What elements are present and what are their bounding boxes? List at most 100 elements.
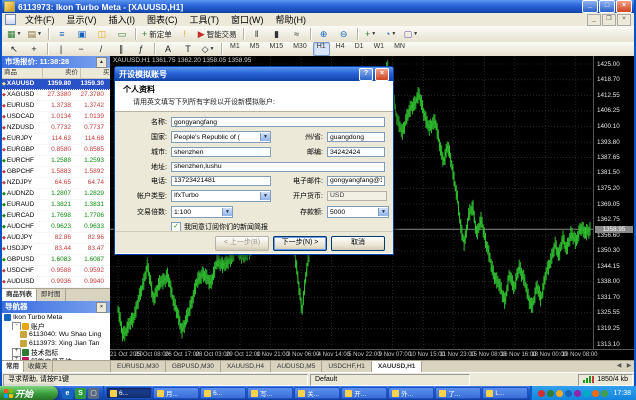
market-watch-icon[interactable]: ≡ [53, 27, 71, 42]
new-order-icon[interactable]: +新定单 [140, 27, 174, 42]
chevron-down-icon[interactable]: ▼ [413, 31, 418, 37]
periods-icon[interactable]: ◔▼ [382, 27, 400, 42]
chart-minimize-icon[interactable]: _ [587, 14, 601, 26]
country-select[interactable]: People's Republic of ( ▼ [171, 131, 271, 143]
chevron-down-icon[interactable]: ▼ [260, 192, 270, 200]
new-chart-icon[interactable]: ▦▼ [5, 27, 23, 42]
chevron-down-icon[interactable]: ▼ [17, 31, 22, 37]
menu-file[interactable]: 文件(F) [19, 15, 61, 25]
address-field[interactable] [171, 162, 385, 172]
cancel-button[interactable]: 取消 [331, 236, 385, 251]
quick-launch-show-desktop-icon[interactable]: ▢ [88, 388, 99, 399]
dialog-close-icon[interactable]: × [375, 68, 389, 81]
status-profile[interactable]: Default [310, 374, 470, 386]
chart-close-icon[interactable]: × [617, 14, 631, 26]
chevron-down-icon[interactable]: ▼ [222, 208, 232, 216]
menu-help[interactable]: 帮助(H) [270, 15, 313, 25]
email-field[interactable] [327, 176, 385, 186]
market-watch-row-AUDCHF[interactable]: ◆AUDCHF0.96230.9633 [2, 222, 110, 233]
start-button[interactable]: 开始 [0, 386, 58, 400]
market-watch-row-EURCHF[interactable]: ◆EURCHF1.25881.2593 [2, 156, 110, 167]
market-watch-row-XAUUSD[interactable]: ◆XAUUSD1359.801359.30 [2, 79, 110, 90]
market-watch-scroll-up-icon[interactable]: ▲ [96, 57, 107, 68]
task-button-0[interactable]: 6... [106, 387, 152, 399]
task-button-6[interactable]: 外... [388, 387, 434, 399]
crosshair-icon[interactable]: + [25, 42, 43, 57]
market-watch-row-XAGUSD[interactable]: ◆XAGUSD27.338027.3780 [2, 90, 110, 101]
tray-icon-6[interactable] [583, 390, 590, 397]
fibonacci-icon[interactable]: ƒ [132, 42, 150, 57]
tray-icon-5[interactable] [574, 390, 581, 397]
cursor-icon[interactable]: ↖ [5, 42, 23, 57]
timeframe-H1[interactable]: H1 [313, 42, 330, 56]
market-watch-row-AUDJPY[interactable]: ◆AUDJPY82.8682.96 [2, 233, 110, 244]
market-watch-row-EURCAD[interactable]: ◆EURCAD1.76981.7706 [2, 211, 110, 222]
quick-launch-browser-icon[interactable]: e [62, 388, 73, 399]
chart-restore-icon[interactable]: ❐ [602, 14, 616, 26]
collapse-icon[interactable]: - [12, 322, 21, 331]
zip-field[interactable] [327, 147, 385, 157]
tree-item-accounts-group[interactable]: -账户 [2, 322, 110, 331]
auto-trading-icon[interactable]: ▶智能交易 [196, 27, 239, 42]
chevron-down-icon[interactable]: ▼ [378, 208, 388, 216]
tray-icon-3[interactable] [556, 390, 563, 397]
market-watch-row-NZDUSD[interactable]: ◆NZDUSD0.77320.7737 [2, 123, 110, 134]
tray-icon-2[interactable] [547, 390, 554, 397]
zoom-in-icon[interactable]: ⊕ [315, 27, 333, 42]
timeframe-W1[interactable]: W1 [370, 42, 389, 56]
tab-symbols[interactable]: 商品列表 [2, 289, 37, 301]
tray-icon-1[interactable] [538, 390, 545, 397]
timeframe-D1[interactable]: D1 [351, 42, 368, 56]
quick-launch-messenger-icon[interactable]: S [75, 388, 86, 399]
timeframe-M15[interactable]: M15 [265, 42, 287, 56]
state-field[interactable] [327, 132, 385, 142]
timeframe-M5[interactable]: M5 [246, 42, 264, 56]
chevron-down-icon[interactable]: ▼ [37, 31, 42, 37]
market-watch-row-GBPCHF[interactable]: ◆GBPCHF1.58831.5892 [2, 167, 110, 178]
timeframe-MN[interactable]: MN [390, 42, 409, 56]
candlestick-mode-icon[interactable]: ▮ [268, 27, 286, 42]
chevron-down-icon[interactable]: ▼ [260, 133, 270, 141]
expand-icon[interactable]: + [12, 348, 21, 357]
maximize-icon[interactable]: □ [599, 0, 615, 13]
zoom-out-icon[interactable]: ⊖ [335, 27, 353, 42]
tree-item-account-6113040[interactable]: 6113040: Wu Shao Ling [2, 330, 110, 339]
dialog-help-icon[interactable]: ? [359, 68, 373, 81]
timeframe-H4[interactable]: H4 [332, 42, 349, 56]
menu-charts[interactable]: 图表(C) [141, 15, 184, 25]
vertical-line-icon[interactable]: | [52, 42, 70, 57]
market-watch-row-USDJPY[interactable]: ◆USDJPY83.4483.47 [2, 244, 110, 255]
chevron-down-icon[interactable]: ▼ [371, 31, 376, 37]
market-watch-row-EURGBP[interactable]: ◆EURGBP0.85800.8585 [2, 145, 110, 156]
tab-tick-chart[interactable]: 即时图 [37, 289, 66, 301]
city-field[interactable] [171, 147, 271, 157]
task-button-7[interactable]: 了... [435, 387, 481, 399]
navigator-close-icon[interactable]: × [96, 302, 107, 313]
templates-icon[interactable]: ▢▼ [402, 27, 420, 42]
bar-chart-mode-icon[interactable]: ‖ [248, 27, 266, 42]
market-watch-row-USDCHF[interactable]: ◆USDCHF0.95880.9592 [2, 266, 110, 277]
close-icon[interactable]: × [616, 0, 632, 13]
market-watch-row-EURUSD[interactable]: ◆EURUSD1.37381.3742 [2, 101, 110, 112]
price-axis[interactable]: 1425.001418.701412.551406.251400.101393.… [593, 56, 634, 350]
chevron-down-icon[interactable]: ▼ [391, 31, 396, 37]
arrows-tool-icon[interactable]: T [179, 42, 197, 57]
task-button-8[interactable]: L... [482, 387, 528, 399]
market-watch-row-EURAUD[interactable]: ◆EURAUD1.38211.3831 [2, 200, 110, 211]
market-watch-row-AUDUSD[interactable]: ◆AUDUSD0.99360.9940 [2, 277, 110, 288]
equidistant-channel-icon[interactable]: ∥ [112, 42, 130, 57]
data-window-icon[interactable]: ▣ [73, 27, 91, 42]
tree-item-account-6113973[interactable]: 6113973: Xing Jian Tan [2, 339, 110, 348]
market-watch-row-EURJPY[interactable]: ◆EURJPY114.63114.68 [2, 134, 110, 145]
task-button-4[interactable]: 关... [294, 387, 340, 399]
phone-field[interactable] [171, 176, 271, 186]
task-button-1[interactable]: 月... [153, 387, 199, 399]
tray-icon-4[interactable] [565, 390, 572, 397]
indicators-icon[interactable]: +▼ [362, 27, 380, 42]
market-watch-row-AUDNZD[interactable]: ◆AUDNZD1.28071.2829 [2, 189, 110, 200]
column-symbol[interactable]: 商品 [2, 68, 43, 78]
horizontal-line-icon[interactable]: − [72, 42, 90, 57]
task-button-5[interactable]: 开... [341, 387, 387, 399]
task-button-2[interactable]: 6... [200, 387, 246, 399]
shapes-tool-icon[interactable]: ◇▼ [199, 42, 217, 57]
